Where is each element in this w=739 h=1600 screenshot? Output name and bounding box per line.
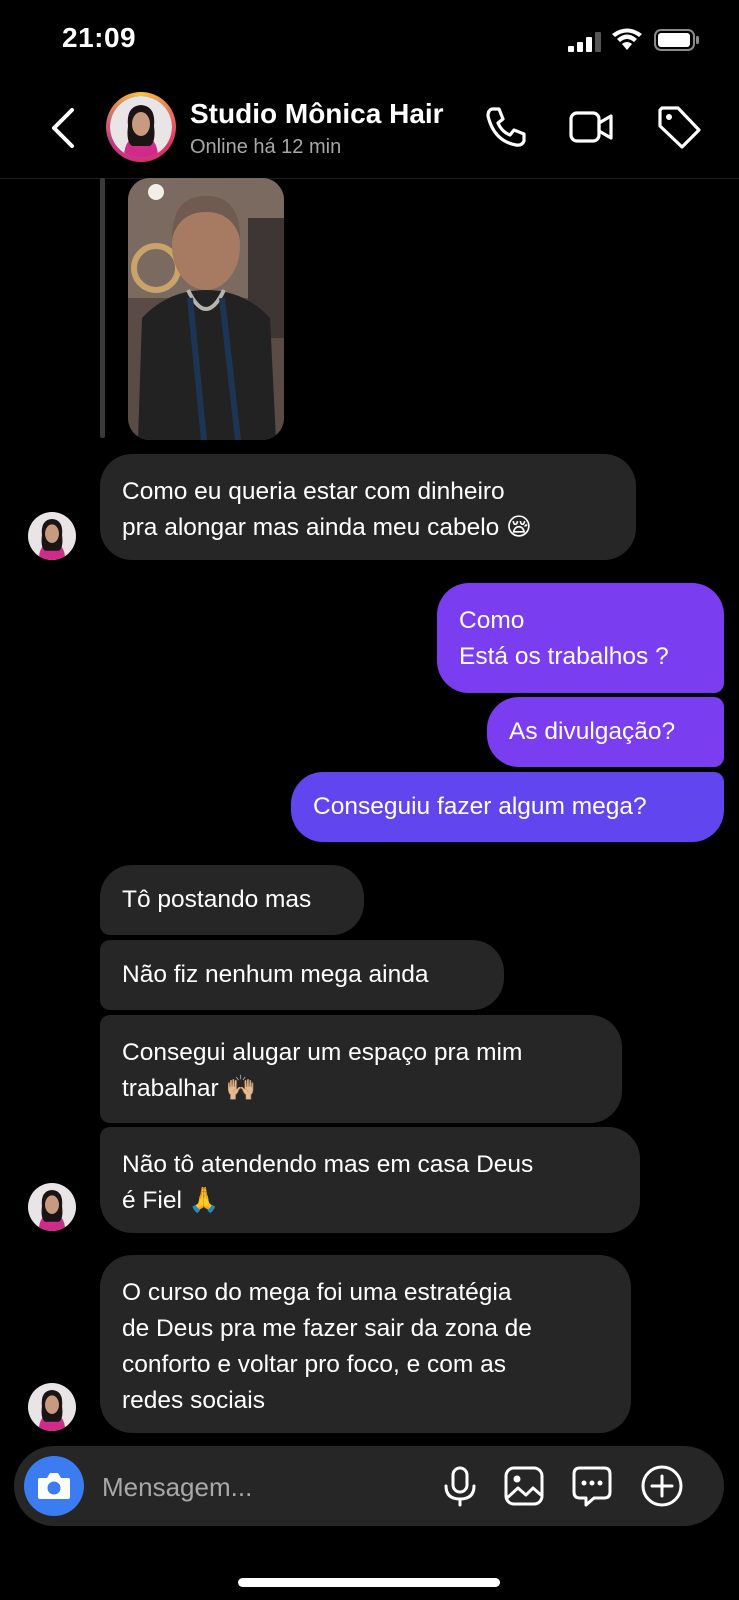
camera-icon xyxy=(38,1473,70,1499)
message-composer xyxy=(14,1446,724,1526)
camera-button[interactable] xyxy=(24,1456,84,1516)
message-input[interactable] xyxy=(100,1466,434,1508)
contact-name[interactable]: Studio Mônica Hair xyxy=(190,98,444,130)
message-incoming[interactable]: Consegui alugar um espaço pra mim trabal… xyxy=(100,1015,622,1123)
contact-status: Online há 12 min xyxy=(190,136,342,158)
chat-header: Studio Mônica Hair Online há 12 min xyxy=(0,80,739,179)
tag-icon[interactable] xyxy=(656,104,702,150)
message-incoming[interactable]: Tô postando mas xyxy=(100,865,364,935)
add-icon[interactable] xyxy=(640,1464,684,1508)
contact-avatar[interactable] xyxy=(106,92,176,162)
sticker-icon[interactable] xyxy=(570,1464,614,1508)
sender-avatar[interactable] xyxy=(28,512,76,560)
back-icon[interactable] xyxy=(48,106,80,150)
home-indicator[interactable] xyxy=(238,1578,500,1587)
photo-content xyxy=(128,178,284,440)
cellular-signal-icon xyxy=(568,32,601,52)
sender-avatar[interactable] xyxy=(28,1383,76,1431)
message-incoming[interactable]: Não fiz nenhum mega ainda xyxy=(100,940,504,1010)
shared-photo[interactable] xyxy=(128,178,284,440)
reply-indicator xyxy=(100,178,105,438)
battery-icon xyxy=(654,29,699,51)
message-incoming[interactable]: Como eu queria estar com dinheiro pra al… xyxy=(100,454,636,560)
wifi-icon xyxy=(612,28,642,50)
gallery-icon[interactable] xyxy=(502,1464,546,1508)
microphone-icon[interactable] xyxy=(438,1464,482,1508)
phone-icon[interactable] xyxy=(482,104,528,150)
sender-avatar[interactable] xyxy=(28,1183,76,1231)
status-time: 21:09 xyxy=(62,22,137,53)
message-outgoing[interactable]: As divulgação? xyxy=(487,697,724,767)
message-incoming[interactable]: Não tô atendendo mas em casa Deus é Fiel… xyxy=(100,1127,640,1233)
avatar-photo xyxy=(110,96,172,158)
video-call-icon[interactable] xyxy=(568,104,614,150)
message-outgoing[interactable]: Conseguiu fazer algum mega? xyxy=(291,772,724,842)
message-outgoing[interactable]: Como Está os trabalhos ? xyxy=(437,583,724,693)
message-incoming[interactable]: O curso do mega foi uma estratégia de De… xyxy=(100,1255,631,1433)
